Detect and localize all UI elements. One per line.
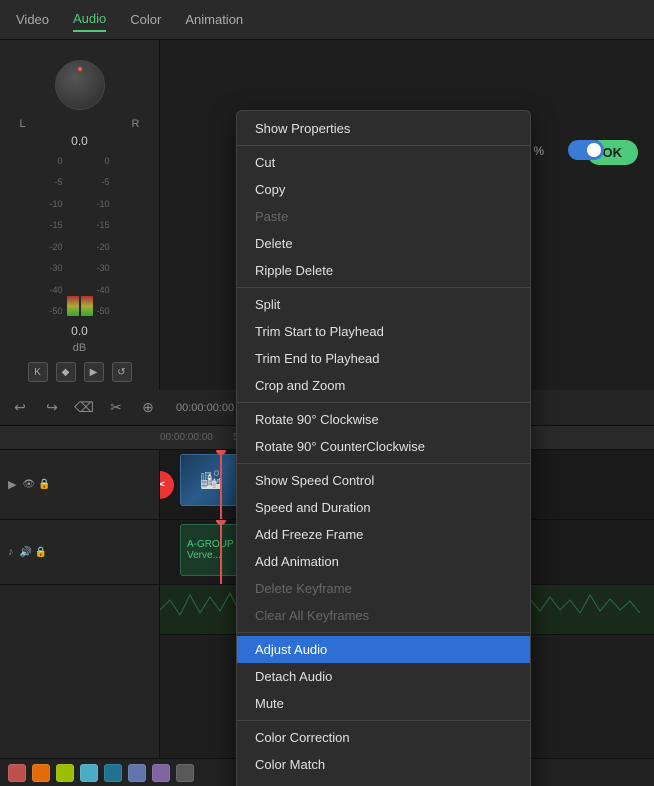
toggle-thumb [587, 143, 601, 157]
menu-speed-control[interactable]: Show Speed Control [237, 467, 530, 494]
menu-paste[interactable]: Paste [237, 203, 530, 230]
meter-bars-left [67, 296, 93, 316]
separator-2 [237, 287, 530, 288]
color-swatch-green[interactable] [56, 764, 74, 782]
volume-value: 0.0 [71, 134, 88, 148]
nav-color[interactable]: Color [130, 8, 161, 31]
clip-thumbnail: 🏙 [181, 455, 241, 505]
menu-crop-zoom[interactable]: Crop and Zoom [237, 372, 530, 399]
ctrl-diamond[interactable]: ◆ [56, 362, 76, 382]
scissors-button[interactable]: ✂ [104, 396, 128, 420]
menu-split[interactable]: Split [237, 291, 530, 318]
menu-color-match[interactable]: Color Match [237, 751, 530, 778]
meter-bar [67, 296, 79, 316]
menu-trim-end[interactable]: Trim End to Playhead [237, 345, 530, 372]
menu-ripple-delete[interactable]: Ripple Delete [237, 257, 530, 284]
playhead-audio [220, 520, 222, 584]
meter-scale: 0 -5 -10 -15 -20 -30 -40 -50 [49, 156, 62, 316]
menu-copy[interactable]: Copy [237, 176, 530, 203]
menu-speed-duration[interactable]: Speed and Duration [237, 494, 530, 521]
separator-1 [237, 145, 530, 146]
ctrl-refresh[interactable]: ↺ [112, 362, 132, 382]
menu-delete[interactable]: Delete [237, 230, 530, 257]
meter-bar [81, 296, 93, 316]
lr-labels: L R [20, 118, 140, 130]
menu-delete-keyframe[interactable]: Delete Keyframe [237, 575, 530, 602]
timecode-display: 00:00:00:00 [176, 402, 234, 414]
menu-add-animation[interactable]: Add Animation [237, 548, 530, 575]
color-swatch-orange[interactable] [32, 764, 50, 782]
separator-3 [237, 402, 530, 403]
right-label: R [132, 118, 140, 130]
ctrl-arrow[interactable]: ▶ [84, 362, 104, 382]
toggle-button[interactable] [568, 140, 604, 160]
control-row: K ◆ ▶ ↺ [28, 362, 132, 382]
context-menu: Show Properties Cut Copy Paste Delete Ri… [236, 110, 531, 786]
delete-button[interactable]: ⌫ [72, 396, 96, 420]
volume-readout: 0.0 [71, 324, 88, 338]
color-swatch-dark-teal[interactable] [104, 764, 122, 782]
video-track-controls: 👁 🔒 [22, 479, 50, 490]
separator-4 [237, 463, 530, 464]
color-swatch-gray[interactable] [176, 764, 194, 782]
volume-knob[interactable] [55, 60, 105, 110]
percent-label: % [533, 144, 544, 158]
nav-animation[interactable]: Animation [185, 8, 243, 31]
menu-clear-keyframes[interactable]: Clear All Keyframes [237, 602, 530, 629]
separator-6 [237, 720, 530, 721]
menu-cut[interactable]: Cut [237, 149, 530, 176]
video-track-header: ▶ 👁 🔒 [0, 450, 160, 519]
nav-video[interactable]: Video [16, 8, 49, 31]
db-label: dB [73, 342, 86, 354]
ctrl-k[interactable]: K [28, 362, 48, 382]
playhead [220, 450, 222, 519]
main-area: L R 0.0 0 -5 -10 -15 -20 -30 -40 -50 0 -… [0, 40, 654, 786]
timecode-zero: 00:00:00:00 [160, 432, 213, 443]
redo-button[interactable]: ↪ [40, 396, 64, 420]
menu-freeze-frame[interactable]: Add Freeze Frame [237, 521, 530, 548]
meter-scale-right: 0 -5 -10 -15 -20 -30 -40 -50 [97, 156, 110, 316]
knob-indicator [78, 67, 82, 71]
menu-green-screen[interactable]: Green Screen [237, 778, 530, 786]
menu-rotate-ccw[interactable]: Rotate 90° CounterClockwise [237, 433, 530, 460]
menu-show-properties[interactable]: Show Properties [237, 115, 530, 142]
volume-knob-container [55, 60, 105, 110]
audio-note-icon: ♪ [8, 546, 14, 558]
add-button[interactable]: ⊕ [136, 396, 160, 420]
menu-color-correction[interactable]: Color Correction [237, 724, 530, 751]
color-swatch-red[interactable] [8, 764, 26, 782]
color-swatch-teal[interactable] [80, 764, 98, 782]
menu-rotate-cw[interactable]: Rotate 90° Clockwise [237, 406, 530, 433]
meter-area: 0 -5 -10 -15 -20 -30 -40 -50 0 -5 -10 -1… [49, 156, 109, 316]
video-track-icon: ▶ [8, 478, 16, 491]
left-label: L [20, 118, 26, 130]
color-swatch-blue[interactable] [128, 764, 146, 782]
separator-5 [237, 632, 530, 633]
menu-trim-start[interactable]: Trim Start to Playhead [237, 318, 530, 345]
menu-adjust-audio[interactable]: Adjust Audio [237, 636, 530, 663]
menu-detach-audio[interactable]: Detach Audio [237, 663, 530, 690]
undo-button[interactable]: ↩ [8, 396, 32, 420]
nav-audio[interactable]: Audio [73, 7, 106, 32]
top-navigation: Video Audio Color Animation [0, 0, 654, 40]
audio-track-label: 🔊 🔒 [20, 547, 48, 558]
audio-track-header: ♪ 🔊 🔒 [0, 520, 160, 584]
scissors-overlay: ✂ [160, 471, 174, 499]
color-swatch-purple[interactable] [152, 764, 170, 782]
menu-mute[interactable]: Mute [237, 690, 530, 717]
